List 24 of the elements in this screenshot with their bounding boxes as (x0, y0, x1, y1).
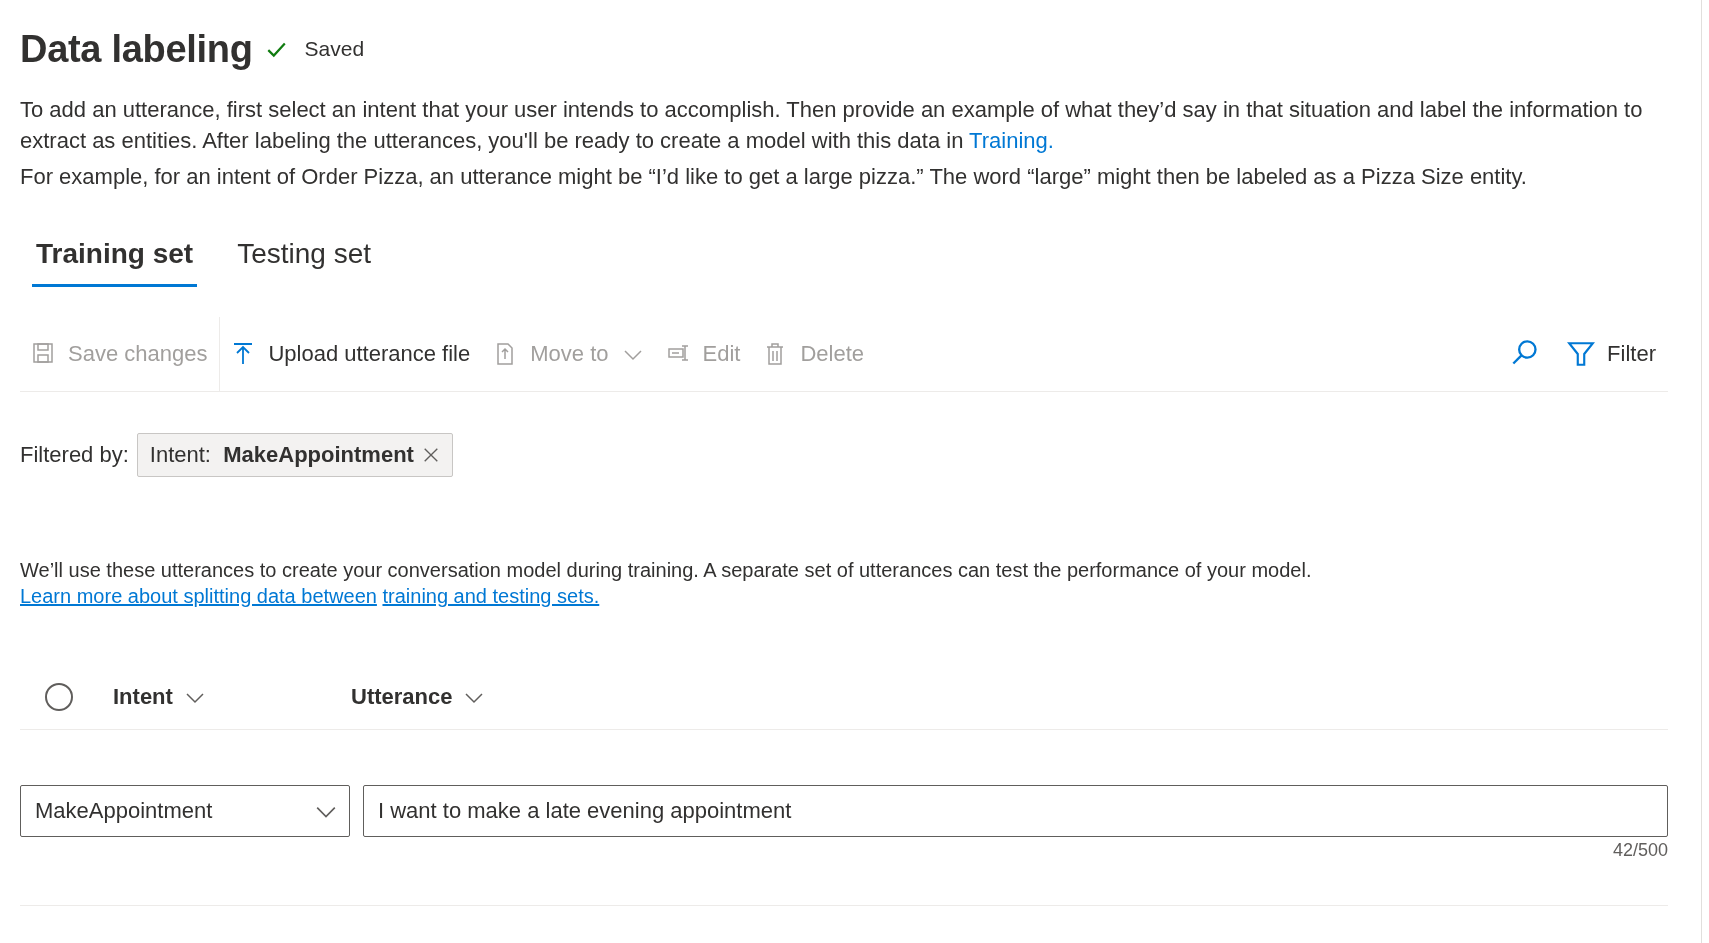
tab[interactable]: Training set (32, 228, 198, 287)
toolbar-button[interactable]: Upload utterance file (220, 317, 483, 391)
character-counter: 42/500 (1612, 840, 1668, 861)
tab[interactable]: Testing set (233, 228, 375, 287)
utterance-field[interactable]: I want to make a late evening appointment (363, 785, 1668, 837)
column-header[interactable]: Utterance (351, 684, 453, 710)
save-status: Saved (304, 37, 365, 61)
learn-more-link[interactable]: training and testing sets. (382, 585, 600, 607)
training-link[interactable]: Training. (969, 128, 1054, 153)
intro-paragraph: To add an utterance, first select an intent that your user intends to accomplish. Then provide an example of what they’d say in that situation and label the information to extract as entities. After labeling the utterances, you'll be ready to create a model with this data in Training. (20, 96, 1644, 155)
select-all-radio[interactable] (45, 683, 73, 711)
intent-dropdown[interactable]: MakeAppointment (20, 785, 350, 837)
search-icon (1511, 338, 1540, 367)
upload-icon (232, 342, 255, 366)
funnel-icon (1567, 340, 1596, 368)
save-icon (32, 342, 54, 366)
filter-button[interactable]: Filter (1555, 340, 1668, 368)
info-paragraph: We’ll use these utterances to create your conversation model during training. A separate set of utterances can test the performance of your model. Learn more about splitting data between training and testing sets. (20, 558, 1313, 609)
example-paragraph: For example, for an intent of Order Pizza, an utterance might be “I’d like to get a large pizza.” The word “large” might then be labeled as a Pizza Size entity. (20, 163, 1528, 191)
learn-more-link[interactable]: Learn more about splitting data between (20, 585, 377, 607)
filter-label: Filtered by: (20, 442, 129, 468)
page-title: Data labeling (20, 27, 253, 71)
column-header[interactable]: Intent (113, 684, 173, 710)
chip-text: Intent: MakeAppointment (149, 442, 414, 468)
